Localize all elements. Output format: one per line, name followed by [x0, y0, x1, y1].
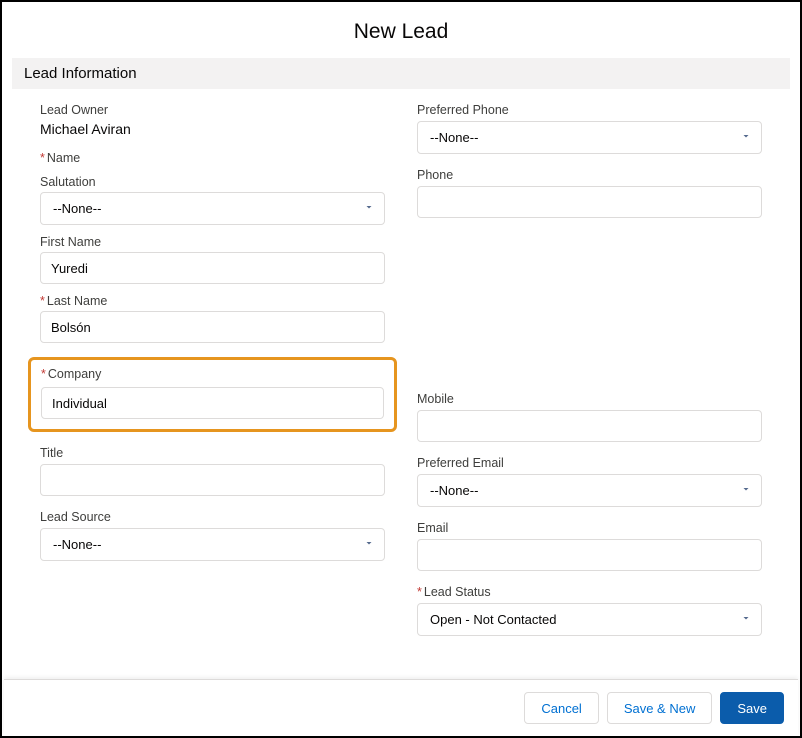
last-name-input[interactable]: [40, 311, 385, 343]
preferred-email-value: --None--: [430, 483, 478, 498]
lead-source-field: Lead Source --None--: [40, 510, 385, 561]
required-star: *: [417, 585, 422, 599]
modal-footer: Cancel Save & New Save: [4, 679, 798, 736]
lead-owner-value: Michael Aviran: [40, 121, 385, 137]
title-input[interactable]: [40, 464, 385, 496]
lead-owner-label: Lead Owner: [40, 103, 385, 117]
mobile-field: Mobile: [417, 392, 762, 442]
required-star: *: [40, 151, 45, 165]
preferred-phone-value: --None--: [430, 130, 478, 145]
lead-status-field: *Lead Status Open - Not Contacted: [417, 585, 762, 636]
lead-source-select[interactable]: --None--: [40, 528, 385, 561]
first-name-label: First Name: [40, 235, 385, 249]
preferred-phone-label: Preferred Phone: [417, 103, 762, 117]
company-input[interactable]: [41, 387, 384, 419]
form-grid: Lead Owner Michael Aviran *Name Salutati…: [12, 89, 790, 660]
section-header: Lead Information: [12, 58, 790, 89]
lead-owner-field: Lead Owner Michael Aviran: [40, 103, 385, 137]
title-label: Title: [40, 446, 385, 460]
preferred-phone-select-wrap: --None--: [417, 121, 762, 154]
mobile-label: Mobile: [417, 392, 762, 406]
last-name-label: *Last Name: [40, 294, 385, 308]
save-button[interactable]: Save: [720, 692, 784, 724]
email-input[interactable]: [417, 539, 762, 571]
content-wrap: Lead Information Lead Owner Michael Avir…: [2, 58, 800, 660]
lead-status-select[interactable]: Open - Not Contacted: [417, 603, 762, 636]
lead-source-select-wrap: --None--: [40, 528, 385, 561]
phone-label: Phone: [417, 168, 762, 182]
email-field: Email: [417, 521, 762, 571]
preferred-email-label: Preferred Email: [417, 456, 762, 470]
required-star: *: [40, 294, 45, 308]
lead-status-select-wrap: Open - Not Contacted: [417, 603, 762, 636]
modal-title: New Lead: [2, 2, 800, 58]
first-name-input[interactable]: [40, 252, 385, 284]
salutation-select[interactable]: --None--: [40, 192, 385, 225]
phone-field: Phone: [417, 168, 762, 218]
phone-input[interactable]: [417, 186, 762, 218]
lead-source-label: Lead Source: [40, 510, 385, 524]
required-star: *: [41, 367, 46, 381]
cancel-button[interactable]: Cancel: [524, 692, 598, 724]
left-column: Lead Owner Michael Aviran *Name Salutati…: [40, 103, 385, 650]
new-lead-modal: New Lead Lead Information Lead Owner Mic…: [2, 2, 800, 660]
right-column: Preferred Phone --None-- Phone: [417, 103, 762, 650]
salutation-select-wrap: --None--: [40, 192, 385, 225]
preferred-email-select[interactable]: --None--: [417, 474, 762, 507]
salutation-label: Salutation: [40, 175, 385, 189]
salutation-value: --None--: [53, 201, 101, 216]
company-label: *Company: [41, 367, 384, 381]
mobile-input[interactable]: [417, 410, 762, 442]
lead-status-label: *Lead Status: [417, 585, 762, 599]
lead-source-value: --None--: [53, 537, 101, 552]
title-field: Title: [40, 446, 385, 496]
spacer: [417, 232, 762, 392]
save-and-new-button[interactable]: Save & New: [607, 692, 713, 724]
email-label: Email: [417, 521, 762, 535]
name-group: *Name Salutation --None-- First Name *La…: [40, 151, 385, 343]
preferred-email-field: Preferred Email --None--: [417, 456, 762, 507]
lead-status-value: Open - Not Contacted: [430, 612, 556, 627]
preferred-phone-select[interactable]: --None--: [417, 121, 762, 154]
name-label: *Name: [40, 151, 385, 165]
preferred-phone-field: Preferred Phone --None--: [417, 103, 762, 154]
preferred-email-select-wrap: --None--: [417, 474, 762, 507]
company-highlight: *Company: [28, 357, 397, 432]
